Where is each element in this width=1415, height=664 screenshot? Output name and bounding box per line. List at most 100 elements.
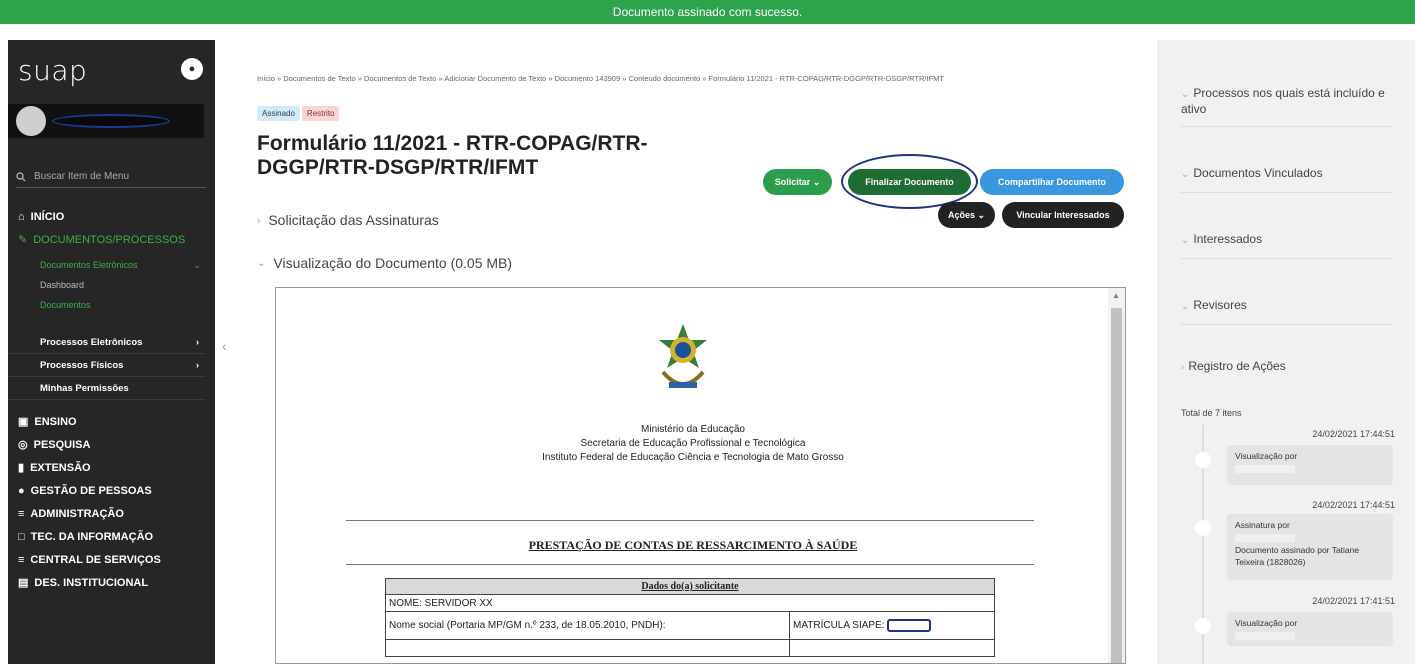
- divider: [346, 564, 1034, 565]
- monitor-icon: □: [18, 530, 25, 543]
- list-icon: ≡: [18, 507, 25, 520]
- submenu-eletronicos-label: Documentos Eletrônicos: [40, 260, 138, 270]
- redacted-name: [1235, 465, 1295, 473]
- panel-processos[interactable]: ⌄ Processos nos quais está incluído e ati…: [1181, 86, 1393, 127]
- panel-vinculados-label: Documentos Vinculados: [1193, 166, 1323, 180]
- menu-pesquisa-label: PESQUISA: [33, 438, 91, 451]
- vincular-interessados-button[interactable]: Vincular Interessados: [1002, 202, 1124, 228]
- submenu-minhas-permissoes[interactable]: Minhas Permissões: [8, 377, 205, 400]
- home-icon: ⌂: [18, 210, 25, 223]
- timeline-card: Assinatura por Documento assinado por Tat…: [1227, 514, 1393, 580]
- menu-documentos-processos[interactable]: ✎ DOCUMENTOS/PROCESSOS: [8, 228, 215, 251]
- badge-restrito: Restrito: [301, 106, 340, 121]
- scroll-thumb[interactable]: [1111, 308, 1122, 663]
- table-row: [789, 639, 995, 657]
- main-content: Início » Documentos de Texto » Documento…: [232, 40, 1154, 664]
- menu-ensino[interactable]: ▣ ENSINO: [8, 410, 215, 433]
- menu-gestao-label: GESTÃO DE PESSOAS: [30, 484, 152, 497]
- table-cell-nome: NOME: SERVIDOR XX: [385, 594, 995, 612]
- document-heading: PRESTAÇÃO DE CONTAS DE RESSARCIMENTO À S…: [528, 538, 858, 552]
- menu-inicio[interactable]: ⌂ INÍCIO: [8, 205, 215, 228]
- submenu-documentos-eletronicos[interactable]: Documentos Eletrônicos ⌄: [8, 255, 215, 275]
- globe-icon: ◎: [18, 439, 28, 451]
- timeline-title: Assinatura por: [1235, 520, 1290, 530]
- submenu-documentos-label: Documentos: [40, 300, 91, 310]
- total-itens: Total de 7 itens: [1181, 408, 1242, 418]
- table-cell-nome-social: Nome social (Portaria MP/GM n.º 233, de …: [385, 611, 790, 640]
- teaching-icon: ▣: [18, 416, 29, 428]
- timeline-dot: [1195, 618, 1211, 634]
- status-badges: Assinado Restrito: [257, 106, 340, 121]
- menu-des-institucional[interactable]: ▤ DES. INSTITUCIONAL: [8, 571, 215, 594]
- menu-search[interactable]: Buscar Item de Menu: [16, 166, 206, 188]
- table-row: [385, 639, 790, 657]
- panel-interessados[interactable]: ⌄ Interessados: [1181, 232, 1393, 259]
- chevron-right-icon: ›: [195, 336, 199, 348]
- scrollbar[interactable]: ▲: [1108, 288, 1125, 663]
- chart-line-icon: ▤: [18, 577, 29, 589]
- success-banner: Documento assinado com sucesso.: [0, 0, 1415, 24]
- right-panel: ⌄ Processos nos quais está incluído e ati…: [1157, 40, 1415, 664]
- submenu-processos-fisicos-label: Processos Físicos: [40, 359, 124, 371]
- chevron-down-icon: ⌄: [1181, 235, 1190, 246]
- user-bar[interactable]: [8, 104, 204, 138]
- chevron-right-icon: ›: [257, 214, 261, 226]
- panel-vinculados[interactable]: ⌄ Documentos Vinculados: [1181, 166, 1393, 193]
- panel-revisores[interactable]: ⌄ Revisores: [1181, 298, 1393, 325]
- submenu-dashboard[interactable]: Dashboard: [8, 275, 215, 295]
- panel-revisores-label: Revisores: [1193, 298, 1247, 312]
- document-viewer[interactable]: Ministério da Educação Secretaria de Edu…: [275, 287, 1126, 664]
- chevron-down-icon: ⌄: [1181, 169, 1190, 180]
- submenu-processos-eletronicos[interactable]: Processos Eletrônicos ›: [8, 331, 205, 354]
- menu-pesquisa[interactable]: ◎ PESQUISA: [8, 433, 215, 456]
- panel-registro-label: Registro de Ações: [1188, 359, 1286, 373]
- compartilhar-documento-button[interactable]: Compartilhar Documento: [980, 169, 1124, 195]
- panel-registro-acoes[interactable]: › Registro de Ações: [1181, 359, 1393, 385]
- menu-extensao[interactable]: ▮ EXTENSÃO: [8, 456, 215, 479]
- documents-icon: ✎: [18, 234, 28, 246]
- chevron-down-icon: ⌄: [1181, 89, 1190, 100]
- highlight-annotation: [841, 154, 978, 209]
- chevron-down-icon: ⌄: [1181, 301, 1190, 312]
- menu-ensino-label: ENSINO: [34, 415, 77, 428]
- section-visualizacao[interactable]: ⌄ Visualização do Documento (0.05 MB): [257, 255, 512, 271]
- avatar: [16, 106, 46, 136]
- timeline-dot: [1195, 520, 1211, 536]
- collapse-sidebar-icon[interactable]: ‹: [222, 338, 227, 354]
- menu-central-servicos[interactable]: ≡ CENTRAL DE SERVIÇOS: [8, 548, 215, 571]
- siape-redaction: [886, 619, 931, 632]
- sidebar: suap ● Buscar Item de Menu ⌂ INÍCIO ✎ DOCU…: [8, 40, 215, 664]
- solicitar-button[interactable]: Solicitar ⌄: [763, 169, 832, 195]
- submenu-processos-fisicos[interactable]: Processos Físicos ›: [8, 354, 205, 377]
- timeline-title: Visualização por: [1235, 618, 1298, 628]
- menu-des-label: DES. INSTITUCIONAL: [34, 576, 149, 589]
- divider: [346, 520, 1034, 521]
- menu-tec-informacao[interactable]: □ TEC. DA INFORMAÇÃO: [8, 525, 215, 548]
- matricula-label: MATRÍCULA SIAPE:: [793, 620, 885, 632]
- acoes-button[interactable]: Ações ⌄: [938, 202, 995, 228]
- timeline-date: 24/02/2021 17:41:51: [1312, 596, 1395, 606]
- org-line-1: Ministério da Educação: [641, 424, 745, 435]
- menu-list: ⌂ INÍCIO ✎ DOCUMENTOS/PROCESSOS Documentos…: [8, 205, 215, 594]
- org-line-2: Secretaria de Educação Profissional e Te…: [580, 438, 806, 449]
- timeline-date: 24/02/2021 17:44:51: [1312, 500, 1395, 510]
- section-solicitacao[interactable]: › Solicitação das Assinaturas: [257, 212, 439, 228]
- menu-gestao-pessoas[interactable]: ● GESTÃO DE PESSOAS: [8, 479, 215, 502]
- chart-icon: ▮: [18, 462, 25, 474]
- search-input[interactable]: Buscar Item de Menu: [34, 171, 129, 182]
- scroll-up-icon[interactable]: ▲: [1112, 291, 1120, 300]
- badge-assinado: Assinado: [257, 106, 300, 121]
- solicitante-table: Dados do(a) solicitante NOME: SERVIDOR X…: [385, 578, 995, 657]
- menu-administracao[interactable]: ≡ ADMINISTRAÇÃO: [8, 502, 215, 525]
- search-icon: [16, 171, 26, 181]
- table-header: Dados do(a) solicitante: [385, 578, 995, 595]
- suap-logo[interactable]: suap: [18, 54, 87, 87]
- menu-documentos-label: DOCUMENTOS/PROCESSOS: [33, 233, 186, 246]
- notification-bell-icon[interactable]: ●: [181, 58, 203, 80]
- submenu-documentos[interactable]: Documentos: [8, 295, 215, 315]
- submenu-dashboard-label: Dashboard: [40, 280, 85, 290]
- menu-central-label: CENTRAL DE SERVIÇOS: [30, 553, 161, 566]
- chevron-right-icon: ›: [1181, 362, 1185, 373]
- breadcrumb[interactable]: Início » Documentos de Texto » Documento…: [257, 74, 1137, 83]
- brasao-republica-emblem: [659, 324, 707, 388]
